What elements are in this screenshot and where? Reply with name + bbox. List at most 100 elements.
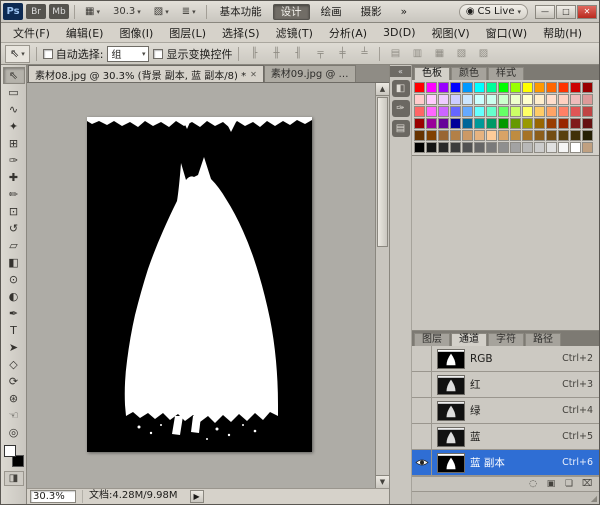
color-swatch[interactable] — [570, 118, 581, 129]
color-swatch[interactable] — [522, 94, 533, 105]
color-swatch[interactable] — [534, 106, 545, 117]
color-swatch[interactable] — [510, 130, 521, 141]
color-swatch[interactable] — [558, 130, 569, 141]
3d-orbit-tool[interactable]: ⊛ — [3, 390, 25, 407]
hand-tool[interactable]: ☜ — [3, 407, 25, 424]
scroll-down-arrow-icon[interactable]: ▼ — [376, 475, 389, 488]
color-swatch[interactable] — [486, 82, 497, 93]
color-swatch[interactable] — [450, 82, 461, 93]
align-vcenter-icon[interactable]: ╫ — [267, 46, 285, 62]
color-swatch[interactable] — [558, 106, 569, 117]
brush-tool[interactable]: ✏ — [3, 186, 25, 203]
pen-tool[interactable]: ✒ — [3, 305, 25, 322]
spot-healing-brush-tool[interactable]: ✚ — [3, 169, 25, 186]
color-panel-icon[interactable]: ◧ — [392, 80, 410, 97]
color-swatch[interactable] — [438, 142, 449, 153]
screen-mode-button[interactable]: ≣▾ — [177, 3, 201, 20]
color-swatch[interactable] — [450, 142, 461, 153]
color-swatch[interactable] — [438, 118, 449, 129]
menu-file[interactable]: 文件(F) — [5, 23, 58, 43]
workspace-basic-button[interactable]: 基本功能 — [212, 4, 270, 20]
styles-panel-icon[interactable]: ✑ — [392, 100, 410, 117]
color-swatch[interactable] — [582, 82, 593, 93]
distribute-4-icon[interactable]: ▧ — [452, 46, 470, 62]
color-swatch[interactable] — [486, 94, 497, 105]
menu-image[interactable]: 图像(I) — [111, 23, 161, 43]
document-tab-active[interactable]: 素材08.jpg @ 30.3% (背景 副本, 蓝 副本/8) * ✕ — [28, 65, 264, 82]
eraser-tool[interactable]: ▱ — [3, 237, 25, 254]
cs-live-button[interactable]: ◉ CS Live ▾ — [459, 4, 528, 20]
new-channel-icon[interactable]: ❏ — [561, 478, 577, 490]
menu-view[interactable]: 视图(V) — [424, 23, 478, 43]
color-swatch[interactable] — [474, 118, 485, 129]
color-swatch[interactable] — [534, 94, 545, 105]
color-swatch[interactable] — [498, 118, 509, 129]
distribute-1-icon[interactable]: ▤ — [386, 46, 404, 62]
color-swatch[interactable] — [510, 94, 521, 105]
tab-layers[interactable]: 图层 — [414, 333, 450, 346]
color-swatch[interactable] — [426, 142, 437, 153]
color-swatch[interactable] — [438, 94, 449, 105]
color-swatch[interactable] — [426, 118, 437, 129]
arrange-documents-button[interactable]: ▧▾ — [149, 3, 174, 20]
color-swatch[interactable] — [474, 106, 485, 117]
menu-layer[interactable]: 图层(L) — [161, 23, 214, 43]
close-icon[interactable]: ✕ — [250, 70, 257, 79]
foreground-color-swatch[interactable] — [4, 445, 16, 457]
visibility-toggle[interactable] — [412, 424, 432, 449]
tool-preset-picker[interactable]: ⇖ ▾ — [5, 45, 30, 63]
color-swatch[interactable] — [426, 106, 437, 117]
color-swatch[interactable] — [462, 142, 473, 153]
color-swatch[interactable] — [558, 82, 569, 93]
scrollbar-thumb[interactable] — [377, 97, 388, 247]
channel-row-blue[interactable]: 蓝 Ctrl+5 — [412, 424, 599, 450]
bridge-button[interactable]: Br — [26, 4, 46, 19]
color-swatch[interactable] — [522, 142, 533, 153]
color-swatch[interactable] — [510, 142, 521, 153]
color-swatch[interactable] — [534, 82, 545, 93]
color-swatch[interactable] — [546, 106, 557, 117]
channel-row-rgb[interactable]: RGB Ctrl+2 — [412, 346, 599, 372]
channel-row-red[interactable]: 红 Ctrl+3 — [412, 372, 599, 398]
color-swatch[interactable] — [498, 142, 509, 153]
color-swatch[interactable] — [558, 142, 569, 153]
color-swatch[interactable] — [414, 130, 425, 141]
color-swatch[interactable] — [546, 118, 557, 129]
canvas-area[interactable]: ▲ ▼ — [27, 83, 389, 488]
color-swatch[interactable] — [486, 118, 497, 129]
color-swatch[interactable] — [474, 142, 485, 153]
menu-edit[interactable]: 编辑(E) — [58, 23, 112, 43]
visibility-toggle[interactable] — [412, 450, 432, 475]
mini-bridge-button[interactable]: Mb — [49, 4, 69, 19]
color-swatch[interactable] — [486, 142, 497, 153]
distribute-5-icon[interactable]: ▨ — [474, 46, 492, 62]
move-tool[interactable]: ⇖ — [3, 67, 25, 84]
color-swatch[interactable] — [582, 94, 593, 105]
load-selection-icon[interactable]: ◌ — [525, 478, 541, 490]
tab-channels[interactable]: 通道 — [451, 333, 487, 346]
save-selection-icon[interactable]: ▣ — [543, 478, 559, 490]
color-swatch[interactable] — [486, 130, 497, 141]
color-swatch[interactable] — [414, 142, 425, 153]
gradient-tool[interactable]: ◧ — [3, 254, 25, 271]
color-swatch[interactable] — [474, 130, 485, 141]
color-swatch[interactable] — [414, 118, 425, 129]
path-selection-tool[interactable]: ➤ — [3, 339, 25, 356]
color-swatch[interactable] — [438, 130, 449, 141]
lasso-tool[interactable]: ∿ — [3, 101, 25, 118]
color-swatch[interactable] — [546, 82, 557, 93]
color-swatch[interactable] — [426, 94, 437, 105]
zoom-tool[interactable]: ◎ — [3, 424, 25, 441]
color-swatch[interactable] — [498, 106, 509, 117]
color-swatch[interactable] — [546, 94, 557, 105]
shape-tool[interactable]: ◇ — [3, 356, 25, 373]
color-swatch[interactable] — [522, 118, 533, 129]
distribute-2-icon[interactable]: ▥ — [408, 46, 426, 62]
color-swatch[interactable] — [570, 142, 581, 153]
color-swatch[interactable] — [582, 106, 593, 117]
color-swatch[interactable] — [570, 94, 581, 105]
color-swatch[interactable] — [558, 118, 569, 129]
type-tool[interactable]: T — [3, 322, 25, 339]
delete-channel-icon[interactable]: ⌧ — [579, 478, 595, 490]
color-swatch[interactable] — [534, 118, 545, 129]
